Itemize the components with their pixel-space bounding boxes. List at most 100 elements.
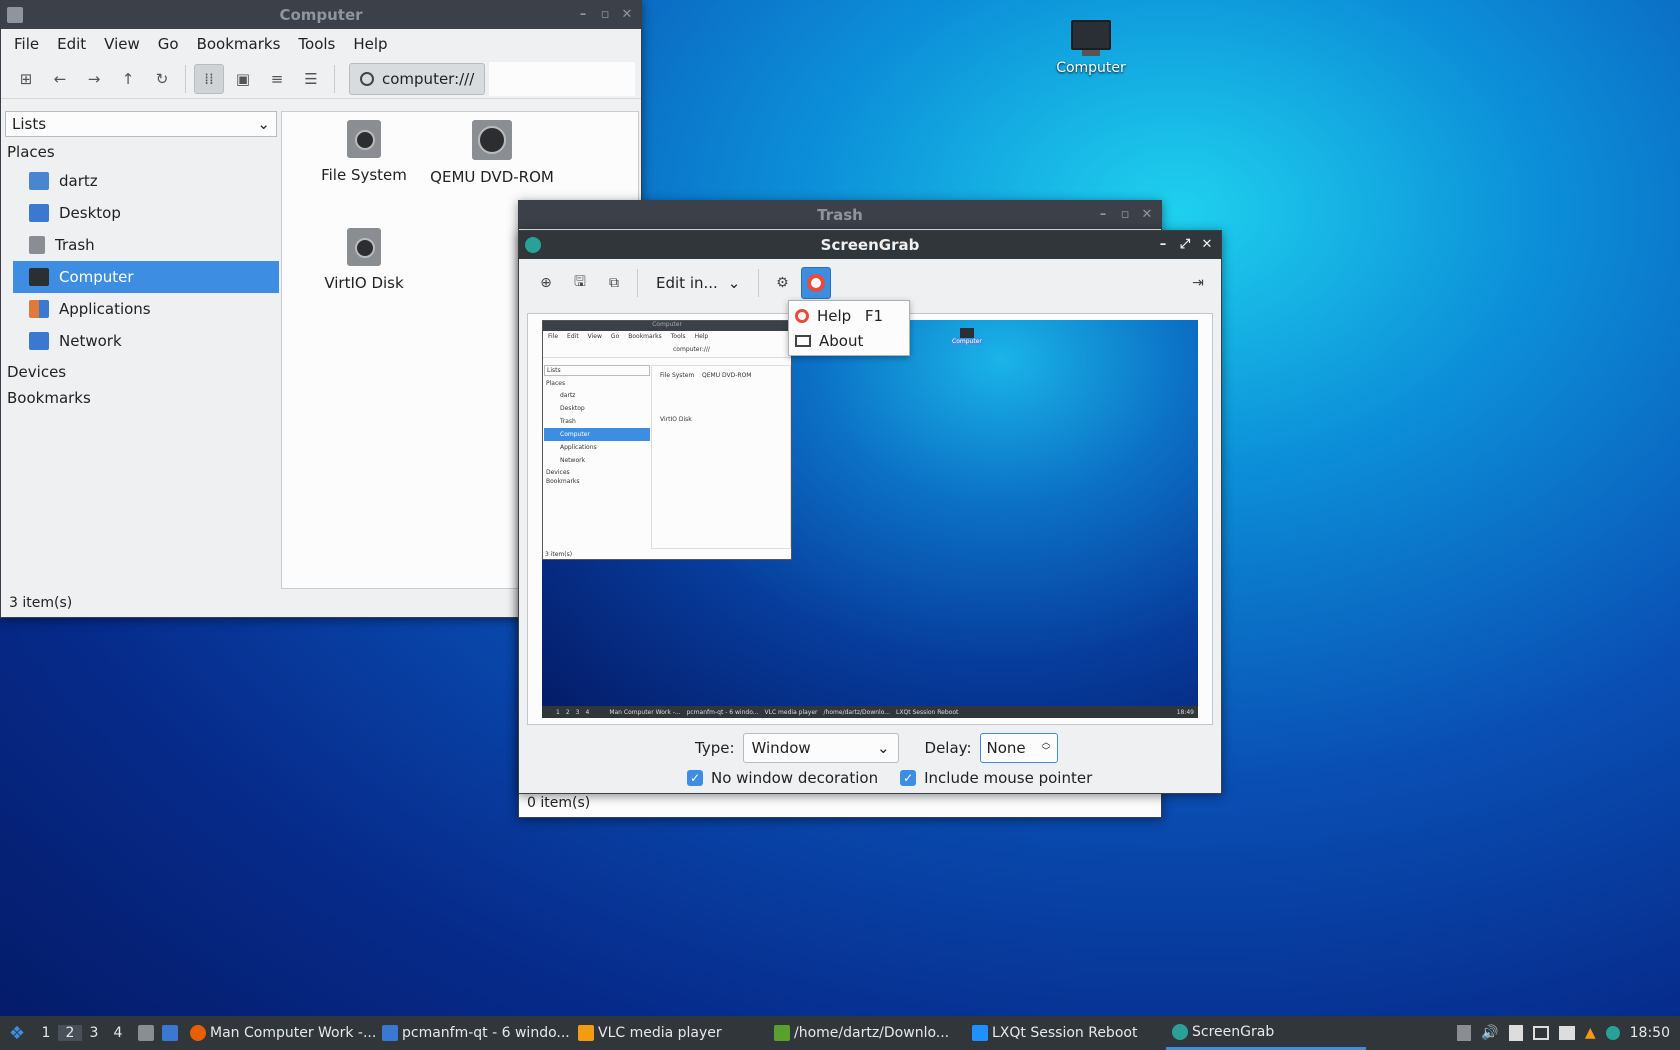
close-icon[interactable]: ✕: [1139, 205, 1155, 223]
menu-item-about[interactable]: About: [789, 328, 909, 353]
filemanager-titlebar[interactable]: Computer – ▫ ✕: [1, 1, 641, 29]
start-menu-icon[interactable]: ❖: [0, 1016, 34, 1050]
vlc-tray-icon[interactable]: ▲: [1585, 1025, 1596, 1041]
spin-arrows-icon[interactable]: ︿ ﹀: [1041, 739, 1050, 757]
detailed-view-icon[interactable]: ☰: [296, 64, 326, 94]
sidebar: Lists ⌄ Places dartz Desktop Trash Compu…: [3, 111, 279, 589]
sidebar-item-desktop[interactable]: Desktop: [13, 197, 279, 229]
chevron-down-icon: ⌄: [727, 274, 741, 292]
clock[interactable]: 18:50: [1630, 1025, 1670, 1041]
sidebar-item-applications[interactable]: Applications: [13, 293, 279, 325]
computer-icon: [29, 268, 49, 286]
status-bar: 0 item(s): [519, 791, 1161, 817]
system-tray: 🔊 ▲ 18:50: [1457, 1016, 1680, 1050]
preview-taskbar: 1 2 3 4 Man Computer Work -... pcmanfm-q…: [542, 706, 1198, 718]
menu-help[interactable]: Help: [344, 35, 396, 53]
new-screenshot-icon[interactable]: ⊕: [531, 267, 561, 299]
help-lifebuoy-icon[interactable]: [801, 267, 832, 299]
show-desktop-icon[interactable]: [138, 1025, 154, 1041]
settings-gear-icon[interactable]: ⚙: [767, 267, 797, 299]
menu-bookmarks[interactable]: Bookmarks: [188, 35, 290, 53]
screengrab-tray-icon[interactable]: [1605, 1026, 1620, 1040]
screengrab-icon: [1172, 1023, 1188, 1040]
maximize-icon[interactable]: ▫: [597, 5, 613, 23]
lifebuoy-icon: [795, 308, 809, 323]
minimize-icon[interactable]: –: [1155, 235, 1171, 253]
forward-icon[interactable]: →: [79, 64, 109, 94]
maximize-icon[interactable]: ▫: [1117, 205, 1133, 223]
new-tab-icon[interactable]: ⊞: [11, 64, 41, 94]
volume-icon[interactable]: 🔊: [1481, 1025, 1498, 1041]
close-icon[interactable]: ✕: [1199, 235, 1215, 253]
places-header[interactable]: Places: [3, 139, 279, 165]
compact-view-icon[interactable]: ≡: [262, 64, 292, 94]
taskbar: ❖ 1 2 3 4 Man Computer Work -... pcmanfm…: [0, 1016, 1680, 1050]
sidebar-item-network[interactable]: Network: [13, 325, 279, 357]
desktop-1[interactable]: 1: [34, 1025, 58, 1041]
close-icon[interactable]: ✕: [619, 5, 635, 23]
maximize-icon[interactable]: ⤢: [1177, 235, 1193, 253]
network-icon: [29, 332, 49, 350]
trash-titlebar[interactable]: Trash – ▫ ✕: [519, 201, 1161, 229]
desktop-4[interactable]: 4: [106, 1025, 130, 1041]
task-screengrab[interactable]: ScreenGrab: [1166, 1016, 1366, 1050]
harddisk-icon: [347, 228, 381, 266]
screengrab-titlebar[interactable]: ScreenGrab – ⤢ ✕: [519, 231, 1221, 259]
menu-go[interactable]: Go: [149, 35, 188, 53]
file-item-filesystem[interactable]: File System: [304, 120, 424, 184]
desktop-icon-computer[interactable]: Computer: [1050, 20, 1132, 76]
harddisk-icon: [347, 120, 381, 158]
desktop-3[interactable]: 3: [82, 1025, 106, 1041]
menu-edit[interactable]: Edit: [48, 35, 95, 53]
file-item-virtio[interactable]: VirtIO Disk: [304, 228, 424, 292]
menu-tools[interactable]: Tools: [289, 35, 344, 53]
menu-file[interactable]: File: [5, 35, 48, 53]
monitor-tray-icon[interactable]: [1558, 1026, 1575, 1040]
applications-icon: [29, 300, 49, 318]
file-manager-launcher-icon[interactable]: [162, 1025, 178, 1041]
notes-icon[interactable]: [1508, 1025, 1523, 1041]
screenshot-preview[interactable]: Computer File Edit View Go Bookmarks Too…: [542, 320, 1198, 718]
sidebar-mode-select[interactable]: Lists ⌄: [5, 111, 277, 137]
task-lxqt-reboot[interactable]: LXQt Session Reboot: [966, 1016, 1166, 1050]
network-tray-icon[interactable]: [1532, 1026, 1549, 1040]
up-icon[interactable]: ↑: [113, 64, 143, 94]
back-icon[interactable]: ←: [45, 64, 75, 94]
minimize-icon[interactable]: –: [1095, 205, 1111, 223]
exit-icon[interactable]: ⇥: [1183, 267, 1213, 299]
clipboard-icon[interactable]: [1457, 1025, 1472, 1041]
type-label: Type:: [695, 739, 735, 757]
menu-view[interactable]: View: [95, 35, 149, 53]
path-bar[interactable]: [489, 61, 635, 96]
task-vlc[interactable]: VLC media player: [572, 1016, 768, 1050]
menu-item-help[interactable]: Help F1: [789, 303, 909, 328]
trash-icon: [29, 236, 45, 254]
screenshot-preview-frame: Computer File Edit View Go Bookmarks Too…: [527, 313, 1213, 725]
task-firefox[interactable]: Man Computer Work -...: [184, 1016, 376, 1050]
optical-drive-icon: [472, 120, 512, 160]
copy-icon[interactable]: ⧉: [599, 267, 629, 299]
reload-icon[interactable]: ↻: [147, 64, 177, 94]
bookmarks-header[interactable]: Bookmarks: [3, 385, 279, 411]
screengrab-icon: [525, 237, 541, 253]
lxqt-icon: [972, 1025, 988, 1041]
thumbnail-view-icon[interactable]: ▣: [228, 64, 258, 94]
chevron-down-icon: ⌄: [876, 739, 890, 757]
include-pointer-checkbox[interactable]: ✓: [900, 770, 917, 786]
devices-header[interactable]: Devices: [3, 359, 279, 385]
sidebar-item-dartz[interactable]: dartz: [13, 165, 279, 197]
path-button[interactable]: computer:///: [349, 62, 486, 95]
task-home-dartz[interactable]: /home/dartz/Downlo...: [768, 1016, 966, 1050]
sidebar-item-computer[interactable]: Computer: [13, 261, 279, 293]
icon-view-icon[interactable]: ⁞⁞: [194, 63, 224, 94]
save-icon[interactable]: 🖫: [565, 267, 595, 299]
desktop-2[interactable]: 2: [58, 1025, 82, 1041]
minimize-icon[interactable]: –: [575, 5, 591, 23]
no-decoration-checkbox[interactable]: ✓: [687, 770, 703, 786]
sidebar-item-trash[interactable]: Trash: [13, 229, 279, 261]
delay-spinbox[interactable]: None ︿ ﹀: [979, 733, 1058, 763]
task-pcmanfm[interactable]: pcmanfm-qt - 6 windo...: [376, 1016, 572, 1050]
type-select[interactable]: Window ⌄: [742, 733, 899, 763]
file-item-dvdrom[interactable]: QEMU DVD-ROM: [412, 120, 572, 186]
edit-in-button[interactable]: Edit in... ⌄: [646, 267, 750, 299]
